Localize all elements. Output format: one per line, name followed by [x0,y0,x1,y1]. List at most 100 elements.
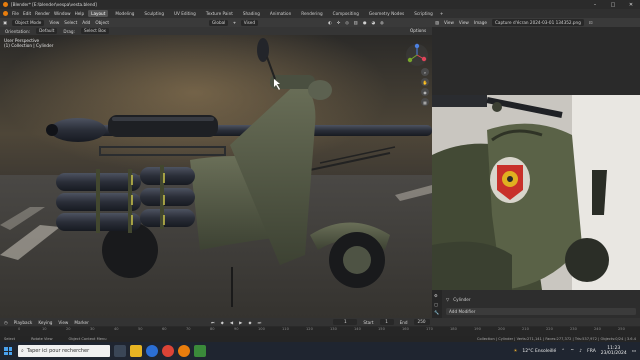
xray-toggle-icon[interactable]: ▥ [354,20,358,25]
viewport-menu-add[interactable]: Add [82,20,90,25]
3d-viewport[interactable] [0,35,432,318]
edge-icon[interactable] [146,345,158,357]
tab-compositing[interactable]: Compositing [330,10,362,17]
timeline-ruler[interactable] [0,327,640,336]
app-icon[interactable] [194,345,206,357]
tab-scripting[interactable]: Scripting [411,10,436,17]
menu-edit[interactable]: Edit [23,11,31,16]
image-name-field[interactable]: Capture d'écran 2024-03-01 134352.png [491,19,584,26]
minimize-button[interactable]: – [586,0,604,9]
camera-view-icon[interactable]: ◉ [421,88,429,96]
properties-tabs: ⚙ ▢ 🔧 [432,290,442,318]
notifications-icon[interactable]: ▭ [632,349,636,354]
pin-icon[interactable]: ⊡ [589,20,593,25]
timeline-tick: 240 [594,327,601,331]
object-mode-dropdown[interactable]: Object Mode [11,19,45,26]
pan-view-icon[interactable]: ✋ [421,78,429,86]
menu-window[interactable]: Window [54,11,71,16]
transform-orientation-dropdown[interactable]: Global [208,19,229,26]
tab-rendering[interactable]: Rendering [298,10,325,17]
image-editor-type-icon[interactable]: ▨ [435,20,439,25]
timeline-tick: 250 [618,327,625,331]
add-modifier-button[interactable]: Add Modifier [446,308,636,315]
tab-layout[interactable]: Layout [88,10,109,17]
navigation-gizmo[interactable] [404,42,430,68]
weather-icon: ☀ [513,348,518,354]
snap-dropdown[interactable]: Vised [240,19,259,26]
tab-texture-paint[interactable]: Texture Paint [203,10,236,17]
solid-shading-icon[interactable]: ● [363,20,367,25]
timeline-menu-keying[interactable]: Keying [38,320,52,325]
maximize-button[interactable]: □ [604,0,622,9]
chrome-icon[interactable] [162,345,174,357]
image-editor-menu-image[interactable]: Image [474,20,487,25]
modifier-tab-icon[interactable]: 🔧 [434,310,439,316]
search-placeholder: Taper ici pour rechercher [26,348,90,354]
tool-tab-icon[interactable]: ⚙ [434,293,438,298]
menu-render[interactable]: Render [35,11,50,16]
rendered-shading-icon[interactable]: ◍ [380,20,384,25]
next-key-icon[interactable]: ◆ [248,320,251,325]
language-indicator[interactable]: FRA [587,349,596,354]
timeline-tick: 120 [306,327,313,331]
tab-shading[interactable]: Shading [240,10,263,17]
tab-geometry-nodes[interactable]: Geometry Nodes [366,10,407,17]
task-view-icon[interactable] [114,345,126,357]
network-icon[interactable]: ⌔ [570,348,574,354]
viewport-menu-object[interactable]: Object [95,20,109,25]
reference-photo[interactable] [432,95,640,290]
blender-menu-icon[interactable] [3,11,8,16]
visibility-icon[interactable]: ◐ [328,20,332,25]
tab-animation[interactable]: Animation [267,10,294,17]
search-icon: ⌕ [21,348,24,354]
play-reverse-icon[interactable]: ◀ [230,320,233,325]
jump-end-icon[interactable]: ⏭ [258,320,262,325]
add-workspace-icon[interactable]: + [440,11,444,16]
weather-text[interactable]: 12°C Ensoleillé [522,349,556,354]
editor-type-icon[interactable]: ▣ [3,20,7,25]
close-button[interactable]: ✕ [622,0,640,9]
menu-file[interactable]: File [12,11,19,16]
timeline-editor-icon[interactable]: ◷ [4,320,8,325]
end-label: End [399,319,408,325]
object-name[interactable]: Cylinder [453,297,470,302]
blender-taskbar-icon[interactable] [178,345,190,357]
overlay-toggle-icon[interactable]: ◎ [345,20,349,25]
jump-start-icon[interactable]: ⏮ [211,320,215,325]
tab-uv-editing[interactable]: UV Editing [171,10,199,17]
clock[interactable]: 11:23 23/01/2024 [601,346,627,356]
options-button[interactable]: Options [410,28,426,33]
volume-icon[interactable]: ♪ [579,349,582,354]
gizmo-toggle-icon[interactable]: ✣ [337,20,341,25]
image-editor-menu-view[interactable]: View [459,20,469,25]
image-editor-header: ▨ View View Image Capture d'écran 2024-0… [432,18,640,27]
tray-chevron-icon[interactable]: ⌃ [561,349,565,354]
start-frame-field[interactable]: 1 [379,319,394,325]
scooter-render [0,35,432,318]
orientation-dropdown[interactable]: Default [36,28,58,34]
window-title: [Blender* [E:\blender\vespa\vesta.blend] [11,2,97,7]
image-editor-view-dropdown[interactable]: View [444,20,454,25]
timeline-tick: 50 [138,327,143,331]
file-explorer-icon[interactable] [130,345,142,357]
snap-icon[interactable]: ⌖ [233,20,235,25]
taskbar-search-box[interactable]: ⌕ Taper ici pour rechercher [18,345,110,357]
material-shading-icon[interactable]: ◕ [372,20,376,25]
viewport-menu-select[interactable]: Select [64,20,77,25]
windows-start-icon[interactable] [4,347,12,355]
tab-modeling[interactable]: Modeling [112,10,137,17]
viewport-menu-view[interactable]: View [49,20,59,25]
prev-key-icon[interactable]: ◆ [221,320,224,325]
drag-dropdown[interactable]: Select Box [80,28,110,34]
ortho-toggle-icon[interactable]: ▦ [421,98,429,106]
current-frame-field[interactable]: 1 [333,319,358,325]
zoom-view-icon[interactable]: ⌕ [421,68,429,76]
end-frame-field[interactable]: 250 [413,319,430,325]
tab-sculpting[interactable]: Sculpting [141,10,167,17]
timeline-menu-playback[interactable]: Playback [14,320,33,325]
timeline-menu-marker[interactable]: Marker [74,320,88,325]
play-icon[interactable]: ▶ [239,320,242,325]
timeline-menu-view[interactable]: View [58,320,68,325]
object-tab-icon[interactable]: ▢ [434,302,438,307]
menu-help[interactable]: Help [75,11,85,16]
